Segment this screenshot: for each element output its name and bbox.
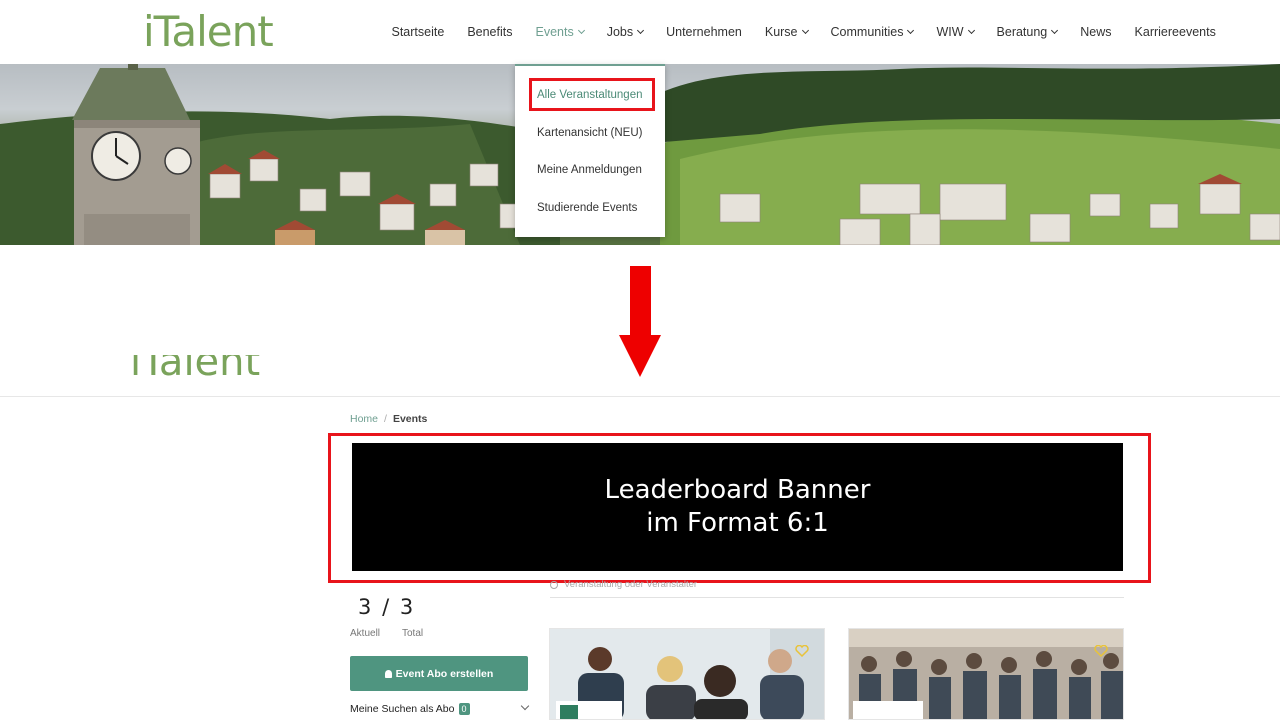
nav-item-events[interactable]: Events bbox=[535, 25, 585, 39]
counter-current: 3 bbox=[358, 595, 374, 619]
saved-searches-toggle[interactable]: Meine Suchen als Abo 0 bbox=[350, 703, 470, 715]
breadcrumb: Home / Events bbox=[350, 413, 427, 425]
breadcrumb-current: Events bbox=[392, 413, 428, 425]
nav-label: Benefits bbox=[467, 25, 513, 39]
event-card-image bbox=[849, 629, 1123, 719]
nav-label: Startseite bbox=[391, 25, 445, 39]
counter-separator: / bbox=[382, 595, 392, 619]
leaderboard-banner[interactable]: Leaderboard Banner im Format 6:1 bbox=[352, 443, 1123, 571]
search-input[interactable]: Veranstaltung oder Veranstalter bbox=[550, 580, 1124, 598]
nav-item-communities[interactable]: Communities bbox=[830, 25, 915, 39]
nav-item-startseite[interactable]: Startseite bbox=[392, 25, 445, 39]
create-event-subscription-button[interactable]: Event Abo erstellen bbox=[350, 656, 528, 691]
heart-icon[interactable] bbox=[795, 645, 809, 657]
heart-icon[interactable] bbox=[1094, 645, 1108, 657]
nav-item-benefits[interactable]: Benefits bbox=[467, 25, 512, 39]
nav-item-kurse[interactable]: Kurse bbox=[764, 25, 809, 39]
nav-item-unternehmen[interactable]: Unternehmen bbox=[666, 25, 742, 39]
event-card-image bbox=[550, 629, 824, 719]
nav-label: Events bbox=[535, 25, 574, 39]
event-card[interactable] bbox=[848, 628, 1124, 720]
nav-label: News bbox=[1080, 25, 1112, 39]
nav-label: Karriereevents bbox=[1134, 25, 1216, 39]
chevron-down-icon bbox=[577, 26, 585, 35]
event-card[interactable] bbox=[549, 628, 825, 720]
logo-cropped: iTalent bbox=[130, 355, 270, 384]
down-arrow-icon bbox=[619, 335, 661, 377]
breadcrumb-home-link[interactable]: Home bbox=[350, 413, 378, 425]
nav-item-jobs[interactable]: Jobs bbox=[606, 25, 645, 39]
chevron-down-icon bbox=[967, 26, 975, 35]
chevron-down-icon bbox=[907, 26, 915, 35]
banner-line-1: Leaderboard Banner bbox=[604, 475, 871, 505]
counter-total: 3 bbox=[399, 595, 416, 619]
nav-label: Kurse bbox=[764, 25, 798, 39]
counter-current-label: Aktuell bbox=[350, 628, 381, 639]
highlight-box-dropdown-item bbox=[529, 78, 655, 111]
bell-icon bbox=[384, 669, 392, 678]
search-placeholder: Veranstaltung oder Veranstalter bbox=[564, 580, 698, 590]
event-counter: 3 / 3 bbox=[358, 595, 415, 619]
nav-label: Jobs bbox=[606, 25, 634, 39]
chevron-down-icon bbox=[1051, 26, 1059, 35]
nav-label: Communities bbox=[830, 25, 904, 39]
chevron-down-icon[interactable] bbox=[520, 701, 530, 711]
search-icon bbox=[550, 581, 558, 589]
nav-item-news[interactable]: News bbox=[1080, 25, 1111, 39]
breadcrumb-separator: / bbox=[384, 413, 387, 425]
nav-item-wiw[interactable]: WIW bbox=[936, 25, 975, 39]
saved-searches-count-badge: 0 bbox=[458, 703, 470, 715]
dropdown-item-meine-anmeldungen[interactable]: Meine Anmeldungen bbox=[537, 164, 642, 176]
site-header: iTalent Startseite Benefits Events Jobs … bbox=[0, 0, 1280, 64]
chevron-down-icon bbox=[801, 26, 809, 35]
header-divider bbox=[0, 396, 1280, 397]
main-nav: Startseite Benefits Events Jobs Unterneh… bbox=[380, 0, 1227, 64]
nav-item-beratung[interactable]: Beratung bbox=[996, 25, 1059, 39]
nav-item-karriereevents[interactable]: Karriereevents bbox=[1135, 25, 1216, 39]
banner-line-2: im Format 6:1 bbox=[646, 508, 829, 538]
button-label: Event Abo erstellen bbox=[395, 667, 494, 680]
logo[interactable]: iTalent bbox=[143, 10, 274, 54]
chevron-down-icon bbox=[637, 26, 645, 35]
dropdown-item-kartenansicht[interactable]: Kartenansicht (NEU) bbox=[537, 127, 642, 139]
nav-label: Beratung bbox=[996, 25, 1048, 39]
nav-label: Unternehmen bbox=[666, 25, 742, 39]
down-arrow-shaft bbox=[630, 266, 651, 336]
nav-label: WIW bbox=[936, 25, 964, 39]
logo-text: iTalent bbox=[130, 355, 261, 384]
dropdown-item-studierende-events[interactable]: Studierende Events bbox=[537, 202, 637, 214]
saved-searches-label: Meine Suchen als Abo bbox=[350, 703, 455, 715]
counter-total-label: Total bbox=[402, 628, 424, 639]
